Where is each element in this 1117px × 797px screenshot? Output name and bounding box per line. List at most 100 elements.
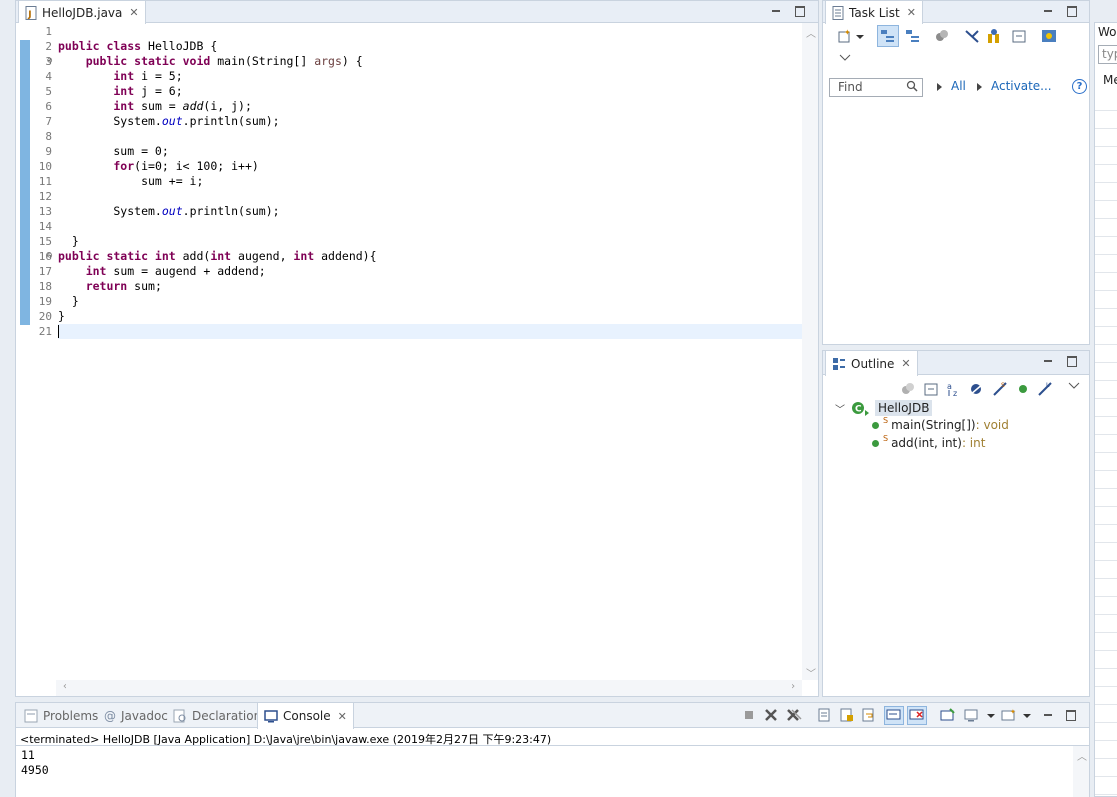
line-number: 12 [38, 190, 52, 203]
display-selected-console-icon[interactable] [964, 708, 980, 724]
help-icon[interactable]: ? [1072, 79, 1087, 94]
scroll-lock-icon[interactable] [840, 708, 856, 724]
remove-all-terminated-icon[interactable] [786, 708, 802, 724]
terminate-icon[interactable] [742, 708, 758, 724]
static-modifier-icon: S [883, 415, 889, 425]
scroll-right-icon[interactable]: › [790, 681, 796, 692]
dropdown-arrow-icon[interactable] [1022, 708, 1038, 724]
categorized-icon[interactable] [877, 25, 899, 47]
editor-tab-label: HelloJDB.java [42, 5, 123, 20]
maximize-button[interactable] [793, 4, 807, 18]
tab-console[interactable]: Console ✕ [257, 703, 354, 729]
task-list-icon [832, 5, 844, 20]
code-line-2: public class HelloJDB { [58, 39, 218, 53]
view-menu-icon[interactable] [839, 52, 855, 68]
line-number: 19 [38, 295, 52, 308]
chevron-down-icon[interactable]: ﹀ [835, 401, 845, 416]
code-line-4: int i = 5; [58, 69, 183, 83]
minimize-button[interactable] [1041, 4, 1055, 18]
hide-fields-icon[interactable] [969, 381, 985, 397]
activate-link[interactable]: Activate... [991, 79, 1052, 93]
code-line-7: System.out.println(sum); [58, 114, 280, 128]
dropdown-arrow-icon[interactable] [986, 708, 1002, 724]
side-panel-label: Wor [1098, 25, 1117, 39]
tab-console-label: Console [283, 709, 331, 723]
maximize-button[interactable] [1065, 4, 1079, 18]
dropdown-arrow-icon[interactable] [855, 28, 871, 44]
outline-tabbar: Outline ✕ [823, 351, 1089, 376]
tab-outline[interactable]: Outline ✕ [825, 351, 918, 376]
word-wrap-icon[interactable] [862, 708, 878, 724]
maximize-button[interactable] [1064, 708, 1078, 722]
console-panel: Problems @ Javadoc Declaration Console ✕… [15, 702, 1090, 797]
scroll-left-icon[interactable]: ‹ [62, 681, 68, 692]
line-number: 18 [38, 280, 52, 293]
minimize-button[interactable] [1041, 354, 1055, 368]
code-line-16: public static int add(int augend, int ad… [58, 249, 377, 263]
collapse-all-icon[interactable] [923, 381, 939, 397]
tab-declaration-label: Declaration [192, 708, 262, 723]
show-console-on-stdout-icon[interactable] [884, 706, 904, 725]
clear-console-icon[interactable] [818, 708, 834, 724]
fold-toggle-icon[interactable]: ⊖ [47, 54, 52, 69]
code-line-5: int j = 6; [58, 84, 183, 98]
remove-launch-icon[interactable] [764, 708, 780, 724]
filter-all-link[interactable]: All [951, 79, 966, 93]
side-panel-lines [1095, 93, 1117, 796]
close-icon[interactable]: ✕ [338, 710, 347, 723]
open-console-icon[interactable]: ✦ [1001, 708, 1017, 724]
outline-member-label: main(String[]) [891, 418, 976, 432]
close-icon[interactable]: ✕ [129, 6, 138, 19]
group-icon[interactable] [934, 28, 950, 44]
view-menu-icon[interactable] [1068, 380, 1084, 396]
editor-tab-hellojdb[interactable]: J HelloJDB.java ✕ [18, 1, 146, 24]
code-line-17: int sum = augend + addend; [58, 264, 266, 278]
close-icon[interactable]: ✕ [907, 6, 916, 19]
line-number: 5 [45, 85, 52, 98]
fold-toggle-icon[interactable]: ⊖ [47, 249, 52, 264]
horizontal-scrollbar[interactable]: ‹ › [56, 680, 802, 696]
collapse-all-icon[interactable] [1011, 28, 1027, 44]
show-console-on-stderr-icon[interactable] [907, 706, 927, 725]
outline-class-node[interactable]: ﹀ C HelloJDB [835, 400, 933, 416]
minimize-button[interactable] [769, 4, 783, 18]
hide-completed-icon[interactable] [964, 28, 980, 44]
hide-nonpublic-icon[interactable] [1015, 381, 1031, 397]
scroll-up-icon[interactable]: ︿ [806, 25, 816, 40]
scroll-down-icon[interactable]: ﹀ [806, 665, 816, 680]
code-editor[interactable]: 1 2 3 4 5 6 7 8 9 10 11 12 13 14 15 16 17 18 19 20 21 ⊖ ⊖ pu… [16, 23, 818, 696]
scroll-up-icon[interactable]: ︿ [1077, 748, 1087, 763]
code-line-15: } [58, 234, 79, 248]
find-input[interactable]: Find [829, 78, 923, 97]
vertical-scrollbar[interactable]: ︿ ﹀ [802, 23, 818, 680]
focus-icon[interactable] [986, 28, 1002, 44]
scheduled-icon[interactable] [904, 28, 920, 44]
outline-member-add[interactable]: S add(int, int) : int [872, 433, 985, 450]
svg-text:S: S [1001, 382, 1005, 389]
tab-problems[interactable]: Problems [18, 703, 104, 728]
pin-console-icon[interactable] [940, 708, 956, 724]
outline-member-label: add(int, int) [891, 436, 962, 450]
public-method-icon [872, 421, 879, 429]
minimize-button[interactable] [1041, 708, 1055, 722]
static-modifier-icon: S [883, 433, 889, 443]
line-number: 4 [45, 70, 52, 83]
outline-panel: Outline ✕ az S L ﹀ C HelloJDB S main(Str… [822, 350, 1090, 697]
side-panel-input[interactable]: typ [1098, 45, 1117, 64]
new-task-icon[interactable]: ✦ [837, 28, 853, 44]
line-number: 9 [45, 145, 52, 158]
maximize-button[interactable] [1065, 354, 1079, 368]
close-icon[interactable]: ✕ [901, 357, 910, 370]
outline-member-main[interactable]: S main(String[]) : void [872, 415, 1009, 432]
line-number: 20 [38, 310, 52, 323]
tab-declaration[interactable]: Declaration [167, 703, 267, 728]
hide-local-types-icon[interactable]: L [1037, 381, 1053, 397]
line-number: 7 [45, 115, 52, 128]
tab-task-list[interactable]: Task List ✕ [825, 1, 923, 24]
synchronize-icon[interactable] [1041, 28, 1057, 44]
hide-static-icon[interactable]: S [992, 381, 1008, 397]
sort-icon[interactable]: az [946, 381, 962, 398]
group-icon[interactable] [900, 381, 916, 397]
tab-javadoc[interactable]: @ Javadoc [98, 703, 174, 728]
console-vertical-scrollbar[interactable]: ︿ [1073, 746, 1089, 797]
